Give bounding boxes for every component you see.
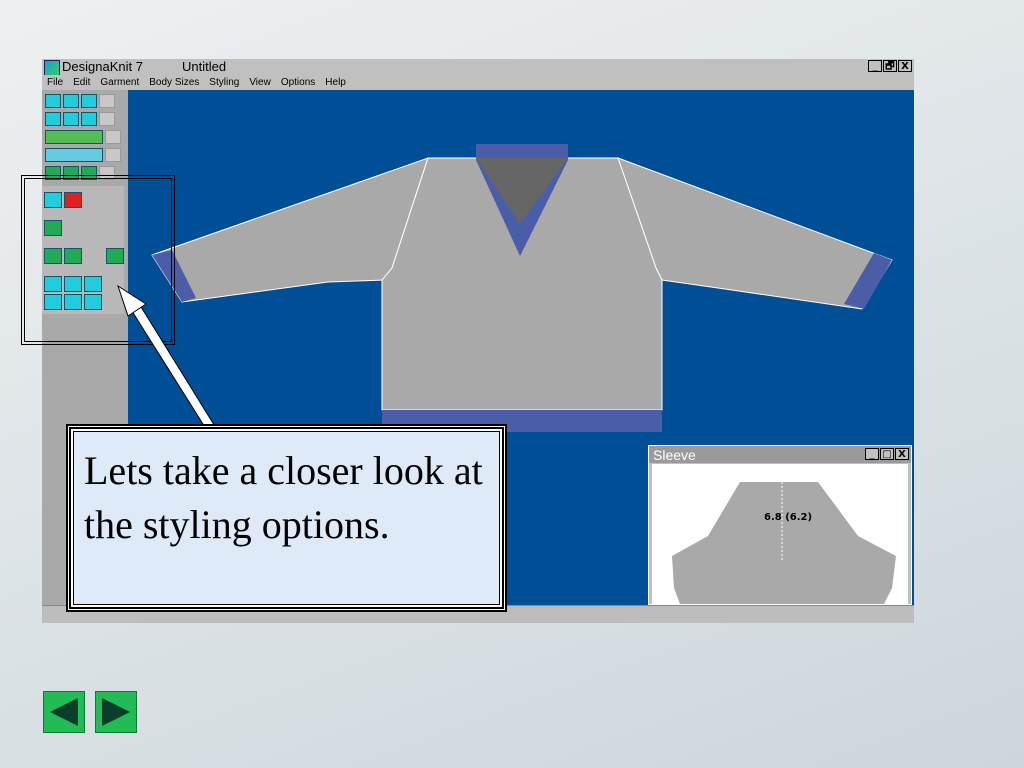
menu-help[interactable]: Help xyxy=(320,75,351,90)
triangle-left-icon xyxy=(50,698,78,726)
close-button[interactable]: X xyxy=(898,60,912,72)
tool-row-stitch xyxy=(45,129,123,145)
sleeve-pattern-view[interactable]: 6.8 (6.2) xyxy=(652,464,908,604)
arrow-left-icon[interactable] xyxy=(99,94,115,108)
measure-scale-icon[interactable] xyxy=(45,148,103,162)
callout-box: Lets take a closer look at the styling o… xyxy=(66,424,507,612)
sleeve-minimize-button[interactable]: _ xyxy=(865,448,879,460)
skirt-shape-icon[interactable] xyxy=(81,94,97,108)
sleeve-pattern-piece xyxy=(672,482,896,604)
tool-row-measure xyxy=(45,147,123,163)
app-title: DesignaKnit 7 xyxy=(62,59,143,74)
previous-slide-button[interactable] xyxy=(43,691,85,733)
callout-inner: Lets take a closer look at the styling o… xyxy=(73,431,500,605)
sleeve-maximize-button[interactable]: □ xyxy=(880,448,894,460)
restore-button[interactable]: 🗗 xyxy=(883,60,897,72)
menu-view[interactable]: View xyxy=(244,75,276,90)
v-neck-icon[interactable] xyxy=(63,112,79,126)
neckline-icon[interactable] xyxy=(45,112,61,126)
callout-text: Lets take a closer look at the styling o… xyxy=(84,448,483,547)
menu-edit[interactable]: Edit xyxy=(68,75,95,90)
sleeve-window-title: Sleeve xyxy=(653,447,696,463)
next-slide-button[interactable] xyxy=(95,691,137,733)
shaping-icon[interactable] xyxy=(81,112,97,126)
minimize-button[interactable]: _ xyxy=(868,60,882,72)
stitch-pattern-icon[interactable] xyxy=(45,130,103,144)
cardigan-shape-icon[interactable] xyxy=(63,94,79,108)
tool-row-necklines xyxy=(45,111,123,127)
menu-bar: File Edit Garment Body Sizes Styling Vie… xyxy=(42,75,914,90)
sleeve-window-controls: _ □ X xyxy=(865,448,909,460)
menu-garment[interactable]: Garment xyxy=(95,75,144,90)
arrow-left-dim-icon[interactable] xyxy=(105,148,121,162)
sleeve-close-button[interactable]: X xyxy=(895,448,909,460)
title-bar[interactable]: DesignaKnit 7 Untitled _ 🗗 X xyxy=(42,59,914,76)
sleeve-shape xyxy=(672,482,896,604)
arrow-shaft xyxy=(122,290,217,432)
arrow-left-dim-icon[interactable] xyxy=(105,130,121,144)
document-title: Untitled xyxy=(182,59,227,74)
sleeve-measurement: 6.8 (6.2) xyxy=(764,512,813,523)
menu-styling[interactable]: Styling xyxy=(204,75,244,90)
triangle-right-icon xyxy=(102,698,130,726)
arrow-left-dim-icon[interactable] xyxy=(99,112,115,126)
pointer-arrow xyxy=(117,284,217,432)
tool-row-garment-shapes xyxy=(45,93,123,109)
window-controls: _ 🗗 X xyxy=(868,60,912,72)
menu-options[interactable]: Options xyxy=(276,75,320,90)
designaknit-logo-icon xyxy=(44,60,60,76)
sweater-shape-icon[interactable] xyxy=(45,94,61,108)
menu-file[interactable]: File xyxy=(42,75,68,90)
menu-body-sizes[interactable]: Body Sizes xyxy=(144,75,204,90)
sleeve-window: Sleeve _ □ X 6.8 (6.2) xyxy=(648,445,912,605)
